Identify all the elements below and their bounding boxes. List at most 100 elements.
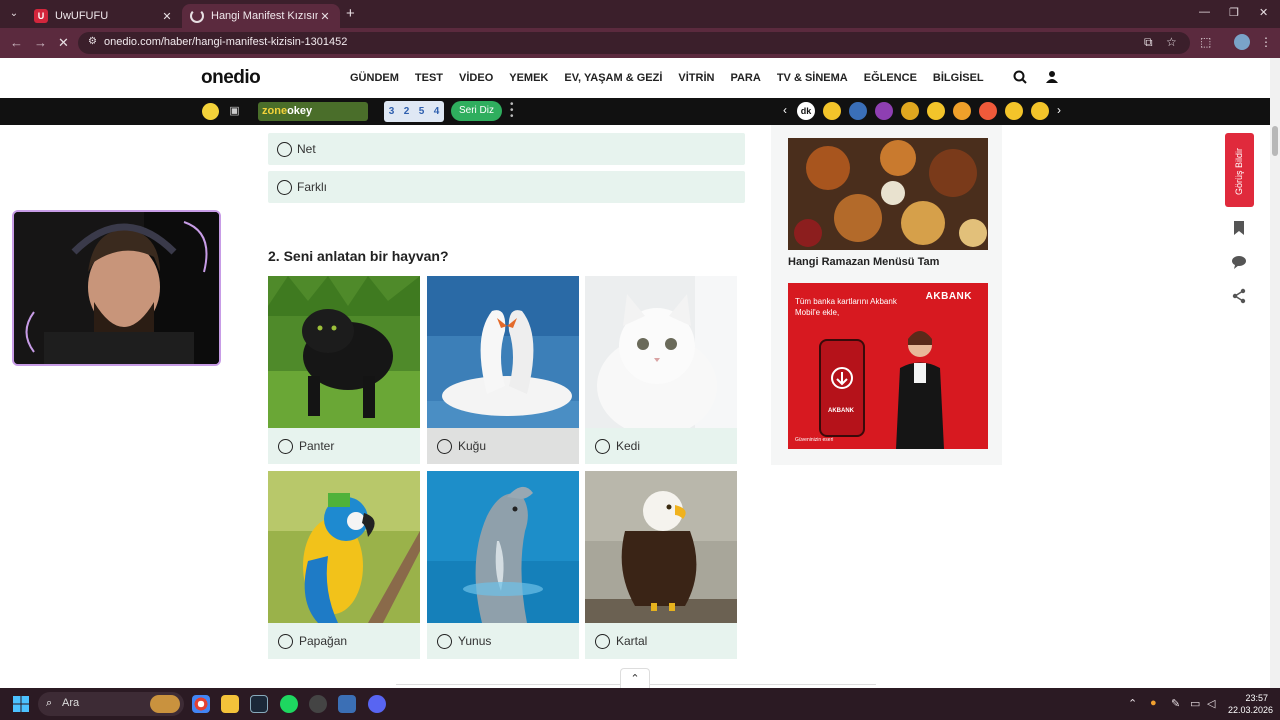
seri-diz-button[interactable]: Seri Diz [451,101,502,121]
nav-item-video[interactable]: VİDEO [459,72,493,84]
sad-emoji-icon[interactable] [1005,102,1023,120]
nav-item-gundem[interactable]: GÜNDEM [350,72,399,84]
radio-button[interactable] [437,634,452,649]
radio-button[interactable] [278,634,293,649]
dk-icon[interactable]: dk [797,102,815,120]
window-close-icon[interactable]: ✕ [1259,6,1268,19]
nav-item-tv-sinema[interactable]: TV & SİNEMA [777,72,848,84]
nav-item-para[interactable]: PARA [730,72,760,84]
bookmark-star-icon[interactable]: ☆ [1166,35,1177,49]
heart-eyes-emoji-icon[interactable] [979,102,997,120]
okey-text: okey [287,105,313,117]
answer-card-kartal[interactable]: Kartal [585,471,737,659]
gamepad-icon[interactable]: ▣ [226,103,243,120]
profile-avatar[interactable] [1234,34,1250,50]
radio-button[interactable] [278,439,293,454]
taskbar-search[interactable]: ⌕ Ara [38,692,184,716]
stop-loading-icon[interactable]: ✕ [58,35,69,51]
scroll-thumb[interactable] [1272,126,1278,156]
snowflake-icon[interactable] [849,102,867,120]
back-icon[interactable]: ← [10,35,23,50]
chrome-menu-icon[interactable]: ⋮ [1260,35,1272,49]
display-icon[interactable]: ▭ [1190,697,1200,710]
laugh-emoji-icon[interactable] [1031,102,1049,120]
tab-uwufufu[interactable]: U UwUFUFU ✕ [26,4,182,28]
new-tab-icon[interactable]: + [346,5,355,22]
nav-item-vitrin[interactable]: VİTRİN [678,72,714,84]
option-caption[interactable]: Kedi [585,428,737,464]
onedio-logo[interactable]: onedio [201,67,261,89]
tray-chevron-icon[interactable]: ⌃ [1128,697,1137,710]
option-caption[interactable]: Kartal [585,623,737,659]
nav-item-bilgisel[interactable]: BİLGİSEL [933,72,984,84]
party-icon[interactable] [875,102,893,120]
search-icon[interactable] [1013,70,1027,84]
option-caption[interactable]: Kuğu [427,428,579,464]
radio-button[interactable] [595,439,610,454]
answer-card-kedi[interactable]: Kedi [585,276,737,464]
bookmark-icon[interactable] [1231,220,1247,236]
tab-onedio[interactable]: Hangi Manifest Kızısın? - Onedio ✕ [182,4,340,28]
emoji-icon[interactable] [823,102,841,120]
nav-item-yemek[interactable]: YEMEK [509,72,548,84]
feedback-button[interactable]: Görüş Bildir [1225,133,1254,207]
answer-card-yunus[interactable]: Yunus [427,471,579,659]
ramazan-menu-image[interactable] [788,138,988,250]
radio-button[interactable] [277,180,292,195]
chrome-app-icon[interactable] [192,695,210,713]
comments-icon[interactable] [1231,254,1247,270]
crown-icon[interactable] [901,102,919,120]
answer-option[interactable]: Farklı [268,171,745,203]
minimize-icon[interactable]: — [1199,6,1210,18]
radio-button[interactable] [277,142,292,157]
answer-card-papagan[interactable]: Papağan [268,471,420,659]
answer-option[interactable]: Net [268,133,745,165]
tab-search-icon[interactable]: ⌄ [6,6,22,22]
answer-card-kugu[interactable]: Kuğu [427,276,579,464]
chevron-left-icon[interactable]: ‹ [783,103,787,117]
answer-card-panter[interactable]: Panter [268,276,420,464]
page-scrollbar[interactable] [1270,58,1280,688]
nav-item-eglence[interactable]: EĞLENCE [864,72,917,84]
sunglasses-emoji-icon[interactable] [927,102,945,120]
radio-button[interactable] [437,439,452,454]
install-app-icon[interactable]: ⧉ [1144,35,1153,50]
ad-caption[interactable]: Hangi Ramazan Menüsü Tam [788,256,939,268]
option-caption[interactable]: Panter [268,428,420,464]
address-bar[interactable]: ⚙ onedio.com/haber/hangi-manifest-kizisi… [78,32,1190,54]
nav-item-test[interactable]: TEST [415,72,443,84]
extensions-icon[interactable]: ⬚ [1200,35,1211,49]
neutral-emoji-icon[interactable] [953,102,971,120]
forward-icon[interactable]: → [34,35,47,50]
zoneokey-banner[interactable]: zoneokey [258,102,368,121]
more-dots-icon[interactable]: • • • [510,100,514,122]
close-tab-icon[interactable]: ✕ [160,10,174,23]
option-caption[interactable]: Papağan [268,623,420,659]
scroll-up-icon[interactable]: ⌃ [620,668,650,688]
user-icon[interactable] [1045,70,1059,84]
nav-item-ev-yasam-gezi[interactable]: EV, YAŞAM & GEZİ [564,72,662,84]
taskbar-clock[interactable]: 23:57 22.03.2026 [1228,692,1274,716]
discord-app-icon[interactable] [368,695,386,713]
site-info-icon[interactable]: ⚙ [88,36,98,48]
chevron-right-icon[interactable]: › [1057,103,1061,117]
volume-icon[interactable]: ◁ [1207,697,1215,710]
restore-icon[interactable]: ❐ [1229,6,1239,19]
pen-icon[interactable]: ✎ [1171,697,1180,710]
radio-button[interactable] [595,634,610,649]
akbank-ad[interactable]: AKBANK Tüm banka kartlarını Akbank Mobil… [788,283,988,449]
spotify-app-icon[interactable] [280,695,298,713]
windows-start-icon[interactable] [13,696,29,712]
microphone-icon[interactable]: ● [1150,697,1157,709]
main-nav: GÜNDEM TEST VİDEO YEMEK EV, YAŞAM & GEZİ… [350,72,1000,84]
steam-app-icon[interactable] [250,695,268,713]
share-icon[interactable] [1231,288,1247,304]
close-tab-icon[interactable]: ✕ [318,10,332,23]
game-icon[interactable] [202,103,219,120]
file-explorer-icon[interactable] [221,695,239,713]
date-text: 22.03.2026 [1228,705,1274,715]
app-icon[interactable] [338,695,356,713]
okey-tiles[interactable]: 3 2 5 4 [384,101,444,122]
obs-app-icon[interactable] [309,695,327,713]
option-caption[interactable]: Yunus [427,623,579,659]
